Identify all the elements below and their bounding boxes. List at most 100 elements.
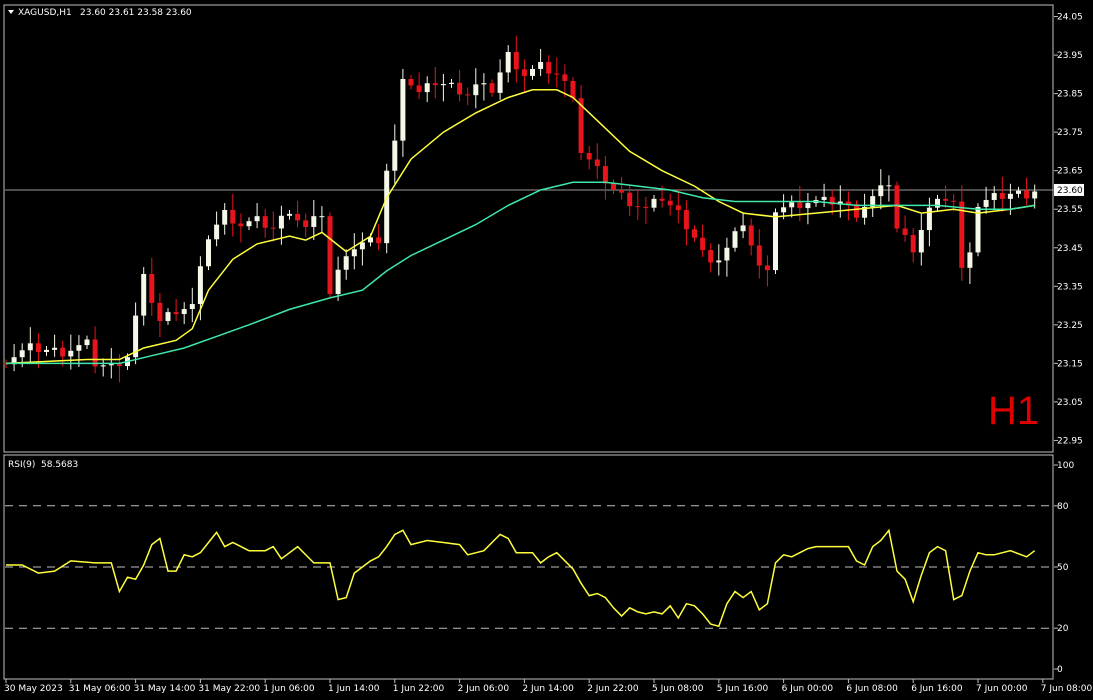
bear-candle [238, 223, 244, 227]
bear-candle [700, 237, 706, 251]
bear-candle [562, 74, 568, 81]
bear-candle [546, 62, 552, 74]
bull-candle [991, 193, 997, 200]
bear-candle [489, 83, 495, 93]
time-tick-label: 2 Jun 06:00 [458, 684, 510, 694]
time-tick-label: 31 May 22:00 [198, 684, 260, 694]
bull-candle [926, 207, 932, 231]
time-tick-label: 1 Jun 06:00 [263, 684, 315, 694]
bear-candle [692, 229, 697, 238]
bull-candle [197, 266, 203, 305]
rsi-tick-label: 50 [1057, 563, 1069, 573]
bear-candle [173, 312, 179, 315]
time-tick-label: 2 Jun 14:00 [522, 684, 574, 694]
chart-header[interactable]: XAGUSD,H1 23.60 23.61 23.58 23.60 [8, 8, 192, 18]
bull-candle [108, 364, 114, 366]
bear-candle [262, 216, 268, 228]
symbol-label: XAGUSD,H1 [18, 8, 72, 18]
price-tick-label: 23.35 [1057, 282, 1083, 292]
bear-candle [295, 213, 301, 221]
bear-candle [416, 85, 422, 93]
bull-candle [254, 216, 260, 222]
bear-candle [303, 220, 309, 227]
bear-candle [376, 237, 382, 244]
price-tick-label: 23.95 [1057, 51, 1083, 61]
rsi-tick-label: 0 [1057, 665, 1063, 675]
bear-candle [894, 185, 900, 229]
bull-candle [359, 242, 365, 250]
bull-candle [918, 230, 924, 253]
bull-candle [1007, 193, 1013, 199]
bull-candle [287, 213, 292, 216]
bear-candle [594, 159, 600, 167]
rsi-label: RSI(9) [8, 460, 35, 470]
bear-candle [797, 202, 803, 209]
time-tick-label: 6 Jun 00:00 [782, 684, 834, 694]
time-tick-label: 1 Jun 22:00 [393, 684, 445, 694]
bear-candle [554, 73, 560, 75]
bear-candle [602, 166, 608, 184]
time-tick-label: 1 Jun 14:00 [328, 684, 380, 694]
bull-candle [935, 198, 940, 208]
time-tick-label: 2 Jun 22:00 [587, 684, 639, 694]
bear-candle [513, 52, 519, 70]
bull-candle [351, 249, 357, 257]
time-tick-label: 6 Jun 08:00 [846, 684, 898, 694]
trading-chart[interactable]: 24.05 23.95 23.85 23.75 23.65 23.55 23.45 23.35… [0, 0, 1093, 700]
bull-candle [878, 185, 884, 197]
bear-candle [611, 183, 616, 190]
bear-candle [432, 83, 438, 86]
bull-candle [335, 269, 341, 295]
bull-candle [773, 212, 778, 271]
bull-candle [732, 231, 738, 248]
time-tick-label: 7 Jun 00:00 [976, 684, 1028, 694]
bull-candle [724, 247, 730, 261]
ohlc-readout: 23.60 23.61 23.58 23.60 [80, 8, 192, 18]
bull-candle [246, 221, 252, 227]
bear-candle [230, 210, 236, 224]
bull-candle [497, 72, 503, 93]
current-price-label: 23.60 [1057, 186, 1083, 196]
time-tick-label: 5 Jun 08:00 [652, 684, 704, 694]
price-tick-label: 23.45 [1057, 244, 1083, 254]
bull-candle [311, 216, 317, 227]
bull-candle [44, 349, 49, 353]
bear-candle [756, 245, 762, 266]
bull-candle [1032, 191, 1038, 199]
bear-candle [92, 339, 98, 367]
bull-candle [19, 350, 25, 358]
bull-candle [821, 196, 827, 200]
bull-candle [319, 216, 325, 218]
bull-candle [52, 347, 58, 350]
timeframe-badge: H1 [988, 389, 1039, 433]
price-tick-label: 23.15 [1057, 359, 1083, 369]
bull-candle [76, 345, 82, 351]
bear-candle [60, 347, 66, 357]
bear-candle [667, 200, 673, 206]
bear-candle [570, 80, 576, 99]
bear-candle [327, 216, 333, 295]
bear-candle [586, 152, 592, 160]
bear-candle [643, 206, 649, 208]
bear-candle [457, 82, 463, 95]
bear-candle [635, 206, 641, 208]
rsi-value: 58.5683 [41, 460, 78, 470]
bull-candle [222, 210, 228, 225]
bull-candle [84, 339, 90, 346]
price-tick-label: 23.85 [1057, 90, 1083, 100]
bear-candle [149, 273, 155, 303]
time-tick-label: 7 Jun 08:00 [1041, 684, 1093, 694]
bull-candle [505, 52, 511, 73]
bear-candle [902, 228, 908, 236]
bull-candle [392, 140, 398, 171]
bear-candle [465, 94, 471, 96]
bull-candle [206, 239, 211, 267]
bull-candle [473, 84, 479, 96]
bear-candle [683, 210, 689, 230]
bear-candle [854, 204, 859, 218]
bear-candle [408, 78, 414, 86]
bull-candle [651, 198, 657, 208]
bull-candle [278, 215, 284, 229]
chart-background [0, 0, 1093, 700]
bear-candle [157, 302, 163, 321]
